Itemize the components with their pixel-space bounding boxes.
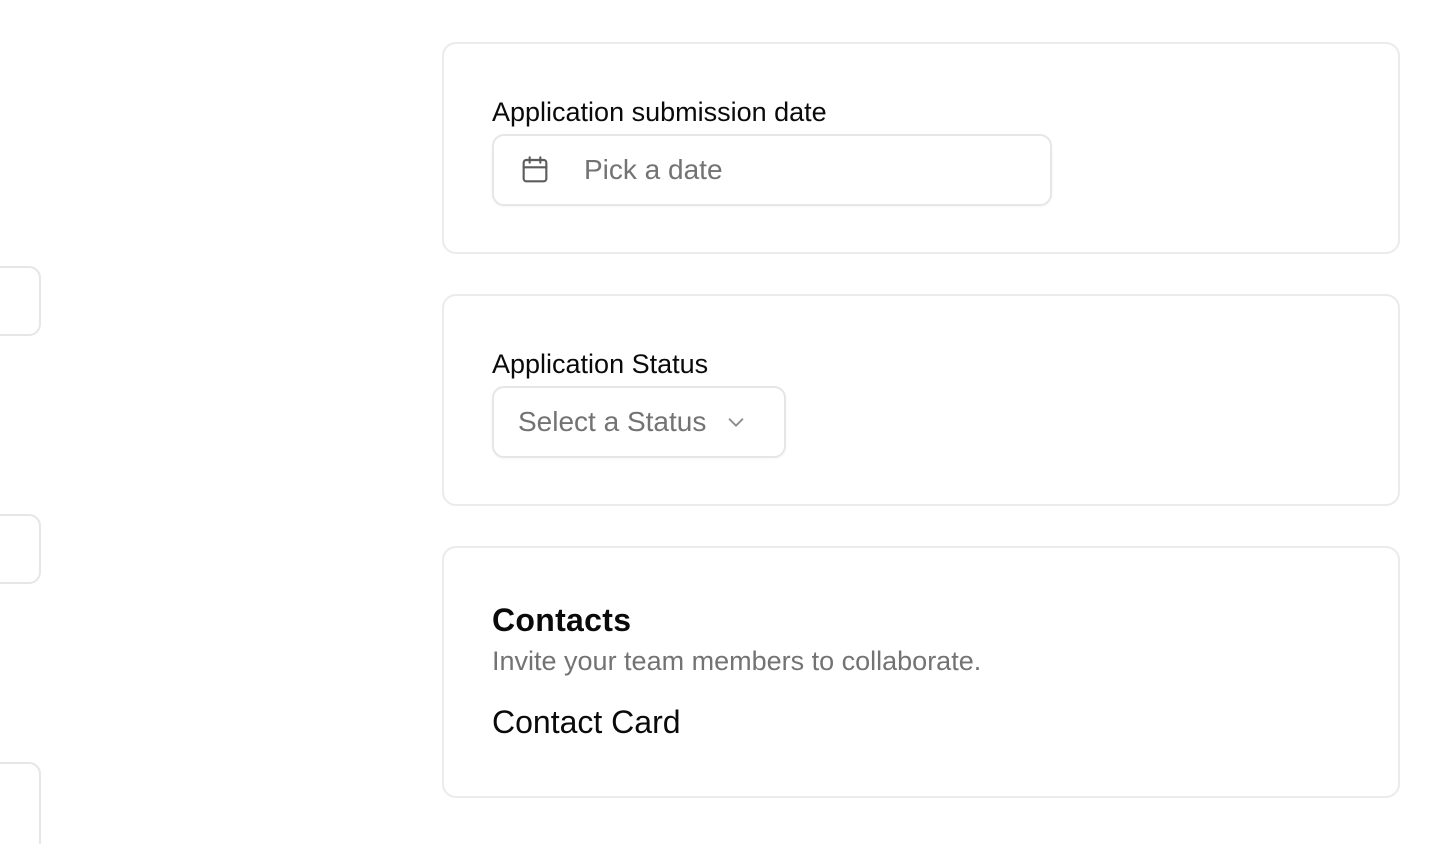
- left-edge-card[interactable]: [0, 266, 41, 336]
- contact-card-label: Contact Card: [492, 704, 681, 740]
- date-picker-button[interactable]: Pick a date: [492, 134, 1052, 206]
- left-edge-card[interactable]: [0, 762, 41, 844]
- submission-date-label: Application submission date: [492, 97, 827, 127]
- date-picker-placeholder: Pick a date: [584, 154, 723, 185]
- page: Application submission date Pick a date …: [0, 0, 1454, 844]
- contacts-description: Invite your team members to collaborate.: [492, 646, 982, 676]
- calendar-icon: [518, 153, 552, 187]
- left-edge-card[interactable]: [0, 514, 41, 584]
- submission-date-card: Application submission date Pick a date: [442, 42, 1400, 254]
- status-select[interactable]: Select a Status: [492, 386, 786, 458]
- chevron-down-icon: [724, 410, 748, 434]
- status-select-placeholder: Select a Status: [518, 406, 707, 437]
- contacts-card: Contacts Invite your team members to col…: [442, 546, 1400, 798]
- application-status-label: Application Status: [492, 349, 709, 379]
- contacts-title: Contacts: [492, 602, 632, 638]
- application-status-card: Application Status Select a Status: [442, 294, 1400, 506]
